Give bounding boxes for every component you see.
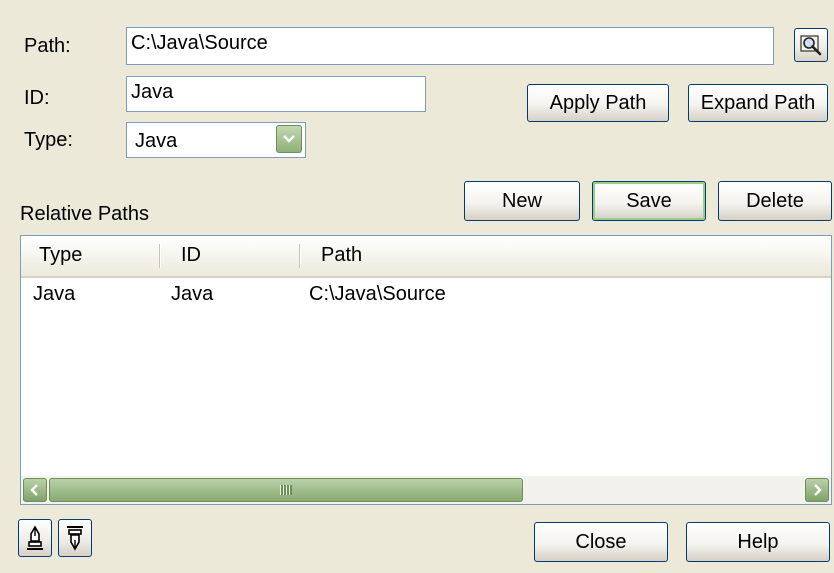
id-input[interactable]: Java <box>126 76 426 112</box>
type-dropdown-button[interactable] <box>276 125 302 153</box>
import-pen-icon <box>67 526 83 551</box>
row-type-cell: Java <box>33 283 76 305</box>
relative-paths-label: Relative Paths <box>20 203 149 225</box>
expand-path-button[interactable]: Expand Path <box>688 84 828 122</box>
type-label: Type: <box>24 129 73 151</box>
id-label: ID: <box>24 87 50 109</box>
type-selected-value: Java <box>135 130 178 152</box>
scroll-thumb[interactable] <box>49 478 523 502</box>
scroll-right-button[interactable] <box>805 478 829 502</box>
row-id-cell: Java <box>171 283 214 305</box>
new-button[interactable]: New <box>464 181 580 221</box>
column-header-id[interactable]: ID <box>181 236 201 274</box>
path-input[interactable]: C:\Java\Source <box>126 27 774 65</box>
column-divider[interactable] <box>299 244 300 268</box>
grip-icon <box>280 485 292 495</box>
chevron-down-icon <box>283 135 295 143</box>
relative-paths-list[interactable]: Type ID Path Java Java C:\Java\Source <box>20 235 832 505</box>
folder-search-icon <box>800 35 822 56</box>
horizontal-scrollbar[interactable] <box>21 476 831 504</box>
export-button[interactable] <box>18 519 52 557</box>
table-row[interactable]: Java Java C:\Java\Source <box>21 280 831 308</box>
column-divider[interactable] <box>159 244 160 268</box>
type-select[interactable]: Java <box>126 122 306 158</box>
chevron-left-icon <box>30 484 38 496</box>
export-pen-icon <box>27 525 43 550</box>
list-header: Type ID Path <box>21 236 831 278</box>
delete-button[interactable]: Delete <box>718 181 832 221</box>
path-label: Path: <box>24 35 71 57</box>
save-button[interactable]: Save <box>592 181 706 221</box>
scroll-left-button[interactable] <box>23 478 47 502</box>
column-header-type[interactable]: Type <box>39 236 82 274</box>
column-header-path[interactable]: Path <box>321 236 362 274</box>
help-button[interactable]: Help <box>686 522 830 562</box>
apply-path-button[interactable]: Apply Path <box>527 84 669 122</box>
chevron-right-icon <box>814 484 822 496</box>
row-path-cell: C:\Java\Source <box>309 283 446 305</box>
browse-path-button[interactable] <box>794 28 828 62</box>
import-button[interactable] <box>58 519 92 557</box>
close-button[interactable]: Close <box>534 522 668 562</box>
